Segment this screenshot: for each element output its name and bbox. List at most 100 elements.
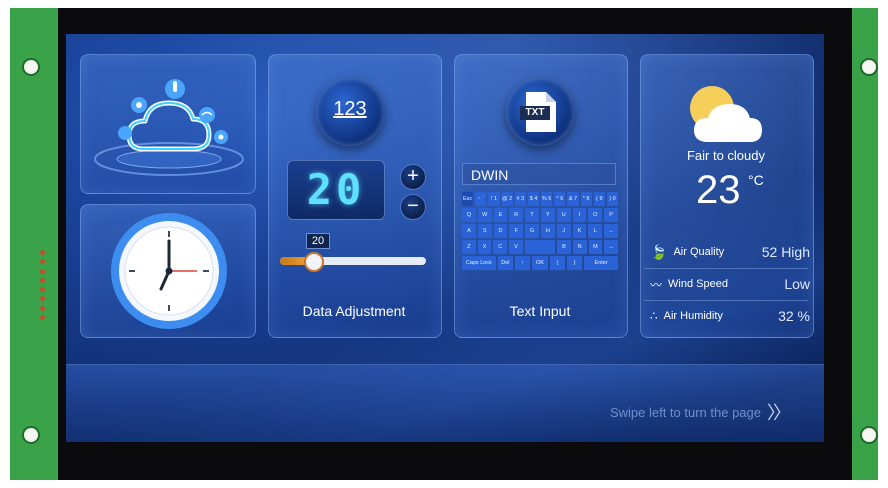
keyboard-key[interactable]: Q: [462, 208, 476, 222]
data-adjustment-caption: Data Adjustment: [302, 303, 406, 319]
mount-hole: [862, 428, 876, 442]
double-chevron-right-icon: 〉〉: [767, 403, 791, 423]
keyboard-key[interactable]: Y: [540, 208, 555, 222]
wind-value: Low: [784, 276, 810, 292]
weather-divider: [644, 300, 808, 301]
numeric-icon[interactable]: 123: [316, 78, 384, 146]
mount-hole: [862, 60, 876, 74]
keyboard-key[interactable]: Esc: [462, 192, 474, 206]
keyboard-key[interactable]: % 5: [541, 192, 553, 206]
keyboard-row: QWERTYUIOP: [462, 208, 618, 222]
clock-card[interactable]: [80, 204, 256, 338]
keyboard-row: Z X C V B N M →: [462, 240, 618, 254]
keyboard-key[interactable]: T: [525, 208, 539, 222]
keyboard-key[interactable]: R: [509, 208, 524, 222]
keyboard-key[interactable]: }: [566, 256, 583, 270]
iot-cloud-icon: [94, 79, 244, 176]
keyboard-key[interactable]: * 8: [580, 192, 592, 206]
slider-value-label: 20: [306, 233, 330, 249]
air-quality-label: Air Quality: [673, 246, 725, 258]
wind-icon: 〰: [650, 277, 663, 292]
humidity-dots-icon: ∴: [650, 309, 658, 323]
temperature-value: 23: [696, 168, 741, 212]
keyboard-key[interactable]: {: [549, 256, 565, 270]
air-quality-row: 🍃 Air Quality 52 High: [650, 238, 810, 266]
keyboard-key[interactable]: $ 4: [527, 192, 540, 206]
humidity-row: ∴ Air Humidity 32 %: [650, 302, 810, 330]
wind-label: Wind Speed: [668, 278, 728, 290]
virtual-keyboard: Esc ~ `! 1 @ 2 # 3 $ 4% 5 ^ 6 & 7 * 8( 9) 0 QWER…: [462, 192, 619, 288]
clock-icon: [111, 213, 227, 329]
keyboard-key[interactable]: A: [462, 224, 476, 238]
leaf-icon: 🍃: [650, 243, 668, 260]
keyboard-key[interactable]: L: [588, 224, 603, 238]
mount-hole: [24, 60, 38, 74]
display-screen: 123 20 + − 20 Data Adjustment TXT DWIN E…: [66, 34, 824, 442]
wind-row: 〰 Wind Speed Low: [650, 270, 810, 298]
keyboard-key[interactable]: P: [604, 208, 618, 222]
keyboard-key[interactable]: @ 2: [501, 192, 513, 206]
keyboard-key[interactable]: OK: [532, 256, 548, 270]
humidity-value: 32 %: [778, 308, 810, 324]
keyboard-key[interactable]: V: [509, 240, 523, 254]
temperature-unit: °C: [748, 172, 764, 188]
keyboard-key[interactable]: ! 1: [488, 192, 500, 206]
iot-cloud-card[interactable]: [80, 54, 256, 194]
keyboard-key[interactable]: Caps Lock: [462, 256, 496, 270]
keyboard-key[interactable]: K: [572, 224, 587, 238]
keyboard-key[interactable]: Del: [497, 256, 514, 270]
weather-condition: Fair to cloudy: [686, 148, 766, 163]
keyboard-key[interactable]: O: [588, 208, 603, 222]
keyboard-key[interactable]: ←: [604, 224, 618, 238]
keyboard-key[interactable]: H: [540, 224, 555, 238]
keyboard-key[interactable]: & 7: [567, 192, 579, 206]
keyboard-key[interactable]: ↑: [515, 256, 531, 270]
txt-icon-label: TXT: [525, 107, 545, 118]
keyboard-row: Esc ~ `! 1 @ 2 # 3 $ 4% 5 ^ 6 & 7 * 8( 9) 0: [462, 192, 619, 206]
text-input-caption: Text Input: [509, 303, 571, 319]
keyboard-key[interactable]: D: [493, 224, 508, 238]
txt-file-icon[interactable]: TXT: [506, 78, 574, 146]
keyboard-key[interactable]: X: [477, 240, 492, 254]
connector-pins: [40, 250, 46, 320]
decrement-button[interactable]: −: [400, 194, 426, 220]
slider-knob[interactable]: [304, 252, 325, 272]
value-slider[interactable]: [280, 252, 426, 272]
keyboard-key[interactable]: B: [557, 240, 571, 254]
keyboard-key[interactable]: Z: [462, 240, 476, 254]
mount-hole: [24, 428, 38, 442]
keyboard-key[interactable]: J: [556, 224, 571, 238]
keyboard-key[interactable]: E: [493, 208, 508, 222]
keyboard-key[interactable]: N: [572, 240, 587, 254]
numeric-display-value: 20: [306, 165, 366, 214]
swipe-hint-text: Swipe left to turn the page: [609, 404, 761, 420]
space-key[interactable]: [524, 240, 556, 254]
keyboard-key[interactable]: G: [525, 224, 539, 238]
partly-cloudy-icon: [690, 86, 762, 142]
keyboard-key[interactable]: M: [588, 240, 603, 254]
keyboard-key[interactable]: ) 0: [606, 192, 619, 206]
keyboard-key[interactable]: I: [572, 208, 587, 222]
weather-divider: [644, 268, 808, 269]
swipe-hint: Swipe left to turn the page 〉〉: [609, 399, 791, 425]
keyboard-key[interactable]: ( 9: [593, 192, 605, 206]
text-input-field[interactable]: DWIN: [462, 163, 616, 185]
pcb-left-strip: [10, 8, 62, 480]
keyboard-key[interactable]: F: [509, 224, 524, 238]
keyboard-key[interactable]: ~ `: [475, 192, 487, 206]
keyboard-key[interactable]: W: [477, 208, 492, 222]
keyboard-key[interactable]: C: [493, 240, 508, 254]
keyboard-key[interactable]: U: [556, 208, 571, 222]
keyboard-row: A S D F G H J K L ←: [462, 224, 618, 238]
keyboard-key[interactable]: ^ 6: [554, 192, 566, 206]
keyboard-row: Caps Lock Del ↑ OK{} Enter: [462, 256, 618, 270]
keyboard-key[interactable]: S: [477, 224, 492, 238]
keyboard-key[interactable]: Enter: [584, 256, 618, 270]
air-quality-value: 52 High: [761, 244, 810, 260]
numeric-icon-label: 123: [333, 98, 367, 120]
humidity-label: Air Humidity: [663, 310, 723, 322]
numeric-display[interactable]: 20: [287, 160, 385, 220]
increment-button[interactable]: +: [400, 164, 426, 190]
keyboard-key[interactable]: # 3: [514, 192, 526, 206]
keyboard-key[interactable]: →: [604, 240, 618, 254]
